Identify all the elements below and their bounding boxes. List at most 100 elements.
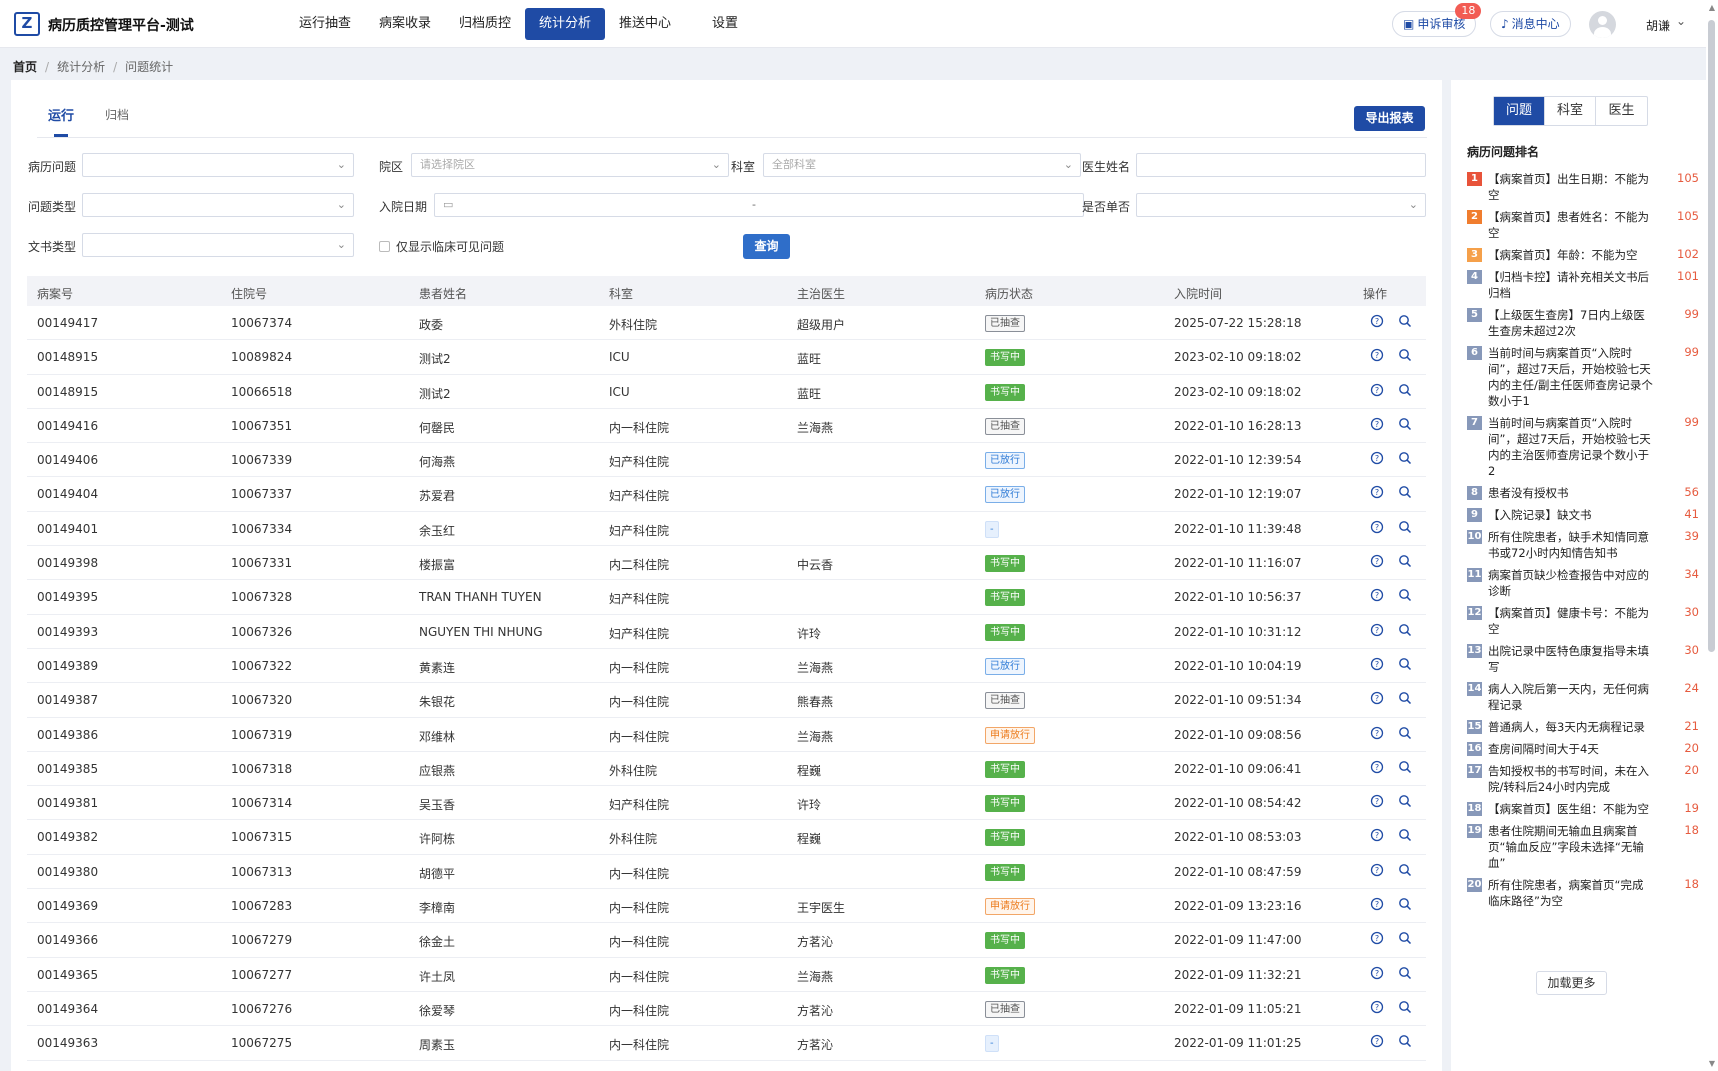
clinical-only-checkbox[interactable]: [379, 241, 390, 252]
table-row[interactable]: 00149385 10067318 应银燕 外科住院 程巍 书写中 2022-01-10 0…: [27, 752, 1426, 787]
search-icon[interactable]: [1398, 1034, 1414, 1050]
help-question-icon[interactable]: ?: [1370, 588, 1386, 604]
table-row[interactable]: 00149380 10067313 胡德平 内一科住院 书写中 2022-01-10 08…: [27, 855, 1426, 890]
tab-depts[interactable]: 科室: [1545, 97, 1596, 125]
nav-push-center[interactable]: 推送中心: [605, 8, 685, 40]
export-report-button[interactable]: 导出报表: [1354, 106, 1425, 131]
search-icon[interactable]: [1398, 554, 1414, 570]
ranking-item[interactable]: 10 所有住院患者，缺手术知情同意书或72小时内知情告知书 39: [1467, 529, 1699, 561]
table-row[interactable]: 00149386 10067319 邓维林 内一科住院 兰海燕 申请放行 2022-01-1…: [27, 718, 1426, 752]
search-icon[interactable]: [1398, 897, 1414, 913]
help-question-icon[interactable]: ?: [1370, 760, 1386, 776]
search-icon[interactable]: [1398, 348, 1414, 364]
help-question-icon[interactable]: ?: [1370, 863, 1386, 879]
ranking-item[interactable]: 20 所有住院患者，病案首页“完成临床路径”为空 18: [1467, 877, 1699, 909]
ranking-item[interactable]: 13 出院记录中医特色康复指导未填写 30: [1467, 643, 1699, 675]
search-icon[interactable]: [1398, 863, 1414, 879]
ranking-item[interactable]: 1 【病案首页】出生日期：不能为空 105: [1467, 171, 1699, 203]
search-icon[interactable]: [1398, 691, 1414, 707]
avatar[interactable]: [1589, 11, 1616, 38]
help-question-icon[interactable]: ?: [1370, 1034, 1386, 1050]
search-icon[interactable]: [1398, 588, 1414, 604]
tab-run[interactable]: 运行: [48, 105, 74, 124]
ranking-item[interactable]: 12 【病案首页】健康卡号：不能为空 30: [1467, 605, 1699, 637]
ranking-item[interactable]: 8 患者没有授权书 56: [1467, 485, 1699, 501]
nav-archive-qc[interactable]: 归档质控: [445, 8, 525, 40]
help-question-icon[interactable]: ?: [1370, 726, 1386, 742]
nav-settings[interactable]: 设置: [685, 8, 765, 40]
search-icon[interactable]: [1398, 314, 1414, 330]
ranking-item[interactable]: 17 告知授权书的书写时间，未在入院/转科后24小时内完成 20: [1467, 763, 1699, 795]
scroll-down-icon[interactable]: ▼: [1707, 1059, 1717, 1069]
dept-select[interactable]: 全部科室 ⌄: [763, 153, 1081, 177]
campus-select[interactable]: 请选择院区 ⌄: [411, 153, 729, 177]
help-question-icon[interactable]: ?: [1370, 794, 1386, 810]
table-row[interactable]: 00149369 10067283 李樟南 内一科住院 王宇医生 申请放行 2022-01-…: [27, 889, 1426, 924]
help-question-icon[interactable]: ?: [1370, 897, 1386, 913]
help-question-icon[interactable]: ?: [1370, 348, 1386, 364]
ranking-item[interactable]: 4 【归档卡控】请补充相关文书后归档 101: [1467, 269, 1699, 301]
help-question-icon[interactable]: ?: [1370, 520, 1386, 536]
breadcrumb-statistics[interactable]: 统计分析: [57, 60, 105, 74]
table-row[interactable]: 00149381 10067314 吴玉香 妇产科住院 许玲 书写中 2022-01-10 …: [27, 786, 1426, 821]
table-row[interactable]: 00149416 10067351 何罄民 内一科住院 兰海燕 已抽查 2022-01-10…: [27, 409, 1426, 444]
search-icon[interactable]: [1398, 726, 1414, 742]
user-name[interactable]: 胡谦: [1646, 17, 1670, 34]
issue-type-select[interactable]: ⌄: [82, 193, 354, 217]
table-row[interactable]: 00148915 10089824 测试2 ICU 蓝旺 书写中 2023-02-10 09…: [27, 340, 1426, 375]
table-row[interactable]: 00149406 10067339 何海燕 妇产科住院 已放行 2022-01-10 12…: [27, 443, 1426, 478]
search-icon[interactable]: [1398, 828, 1414, 844]
scroll-up-icon[interactable]: ▲: [1707, 3, 1717, 13]
breadcrumb-home[interactable]: 首页: [13, 60, 37, 74]
search-icon[interactable]: [1398, 383, 1414, 399]
help-question-icon[interactable]: ?: [1370, 554, 1386, 570]
ranking-item[interactable]: 3 【病案首页】年龄：不能为空 102: [1467, 247, 1699, 263]
ranking-item[interactable]: 19 患者住院期间无输血且病案首页“输血反应”字段未选择“无输血” 18: [1467, 823, 1699, 871]
nav-run-check[interactable]: 运行抽查: [285, 8, 365, 40]
ranking-item[interactable]: 7 当前时间与病案首页“入院时间”，超过7天后，开始校验七天内的主治医师查房记录个…: [1467, 415, 1699, 479]
table-row[interactable]: 00149366 10067279 徐金土 内一科住院 方茗沁 书写中 2022-01-09…: [27, 923, 1426, 958]
search-icon[interactable]: [1398, 1000, 1414, 1016]
doctor-input[interactable]: [1136, 153, 1426, 177]
admit-date-range[interactable]: ▭ -: [434, 193, 1084, 217]
table-row[interactable]: 00149417 10067374 政委 外科住院 超级用户 已抽查 2025-07-22 …: [27, 306, 1426, 341]
complaint-review-button[interactable]: ▣ 申诉审核 18: [1392, 3, 1482, 37]
help-question-icon[interactable]: ?: [1370, 623, 1386, 639]
message-center-button[interactable]: ♪ 消息中心: [1490, 11, 1571, 37]
nav-case-collect[interactable]: 病案收录: [365, 8, 445, 40]
ranking-item[interactable]: 2 【病案首页】患者姓名：不能为空 105: [1467, 209, 1699, 241]
help-question-icon[interactable]: ?: [1370, 1000, 1386, 1016]
chevron-down-icon[interactable]: ⌄: [1676, 14, 1686, 28]
help-question-icon[interactable]: ?: [1370, 451, 1386, 467]
search-icon[interactable]: [1398, 966, 1414, 982]
ranking-item[interactable]: 9 【入院记录】缺文书 41: [1467, 507, 1699, 523]
search-icon[interactable]: [1398, 931, 1414, 947]
tab-doctors[interactable]: 医生: [1596, 97, 1647, 125]
search-icon[interactable]: [1398, 485, 1414, 501]
record-issue-select[interactable]: ⌄: [82, 153, 354, 177]
help-question-icon[interactable]: ?: [1370, 691, 1386, 707]
search-icon[interactable]: [1398, 794, 1414, 810]
doc-type-select[interactable]: ⌄: [82, 233, 354, 257]
table-row[interactable]: 00149363 10067275 周素玉 内一科住院 方茗沁 - 2022-01-09 1…: [27, 1026, 1426, 1061]
ranking-item[interactable]: 6 当前时间与病案首页“入院时间”，超过7天后，开始校验七天内的主任/副主任医师查…: [1467, 345, 1699, 409]
ranking-item[interactable]: 14 病人入院后第一天内，无任何病程记录 24: [1467, 681, 1699, 713]
scrollbar-thumb[interactable]: [1708, 20, 1715, 652]
help-question-icon[interactable]: ?: [1370, 657, 1386, 673]
table-row[interactable]: 00149401 10067334 余玉红 妇产科住院 - 2022-01-10 11:3…: [27, 512, 1426, 547]
help-question-icon[interactable]: ?: [1370, 485, 1386, 501]
table-row[interactable]: 00149387 10067320 朱银花 内一科住院 熊春燕 已抽查 2022-01-10…: [27, 683, 1426, 718]
table-row[interactable]: 00149404 10067337 苏爱君 妇产科住院 已放行 2022-01-10 12…: [27, 477, 1426, 512]
ranking-item[interactable]: 5 【上级医生查房】7日内上级医生查房未超过2次 99: [1467, 307, 1699, 339]
ranking-item[interactable]: 16 查房间隔时间大于4天 20: [1467, 741, 1699, 757]
search-icon[interactable]: [1398, 760, 1414, 776]
table-row[interactable]: 00149389 10067322 黄素连 内一科住院 兰海燕 已放行 2022-01-10…: [27, 649, 1426, 684]
help-question-icon[interactable]: ?: [1370, 417, 1386, 433]
load-more-button[interactable]: 加载更多: [1536, 971, 1607, 995]
table-row[interactable]: 00149398 10067331 楼振富 内二科住院 中云香 书写中 2022-01-10…: [27, 546, 1426, 581]
help-question-icon[interactable]: ?: [1370, 966, 1386, 982]
table-row[interactable]: 00149395 10067328 TRAN THANH TUYEN 妇产科住院 书写中…: [27, 580, 1426, 615]
help-question-icon[interactable]: ?: [1370, 931, 1386, 947]
search-icon[interactable]: [1398, 657, 1414, 673]
search-icon[interactable]: [1398, 417, 1414, 433]
